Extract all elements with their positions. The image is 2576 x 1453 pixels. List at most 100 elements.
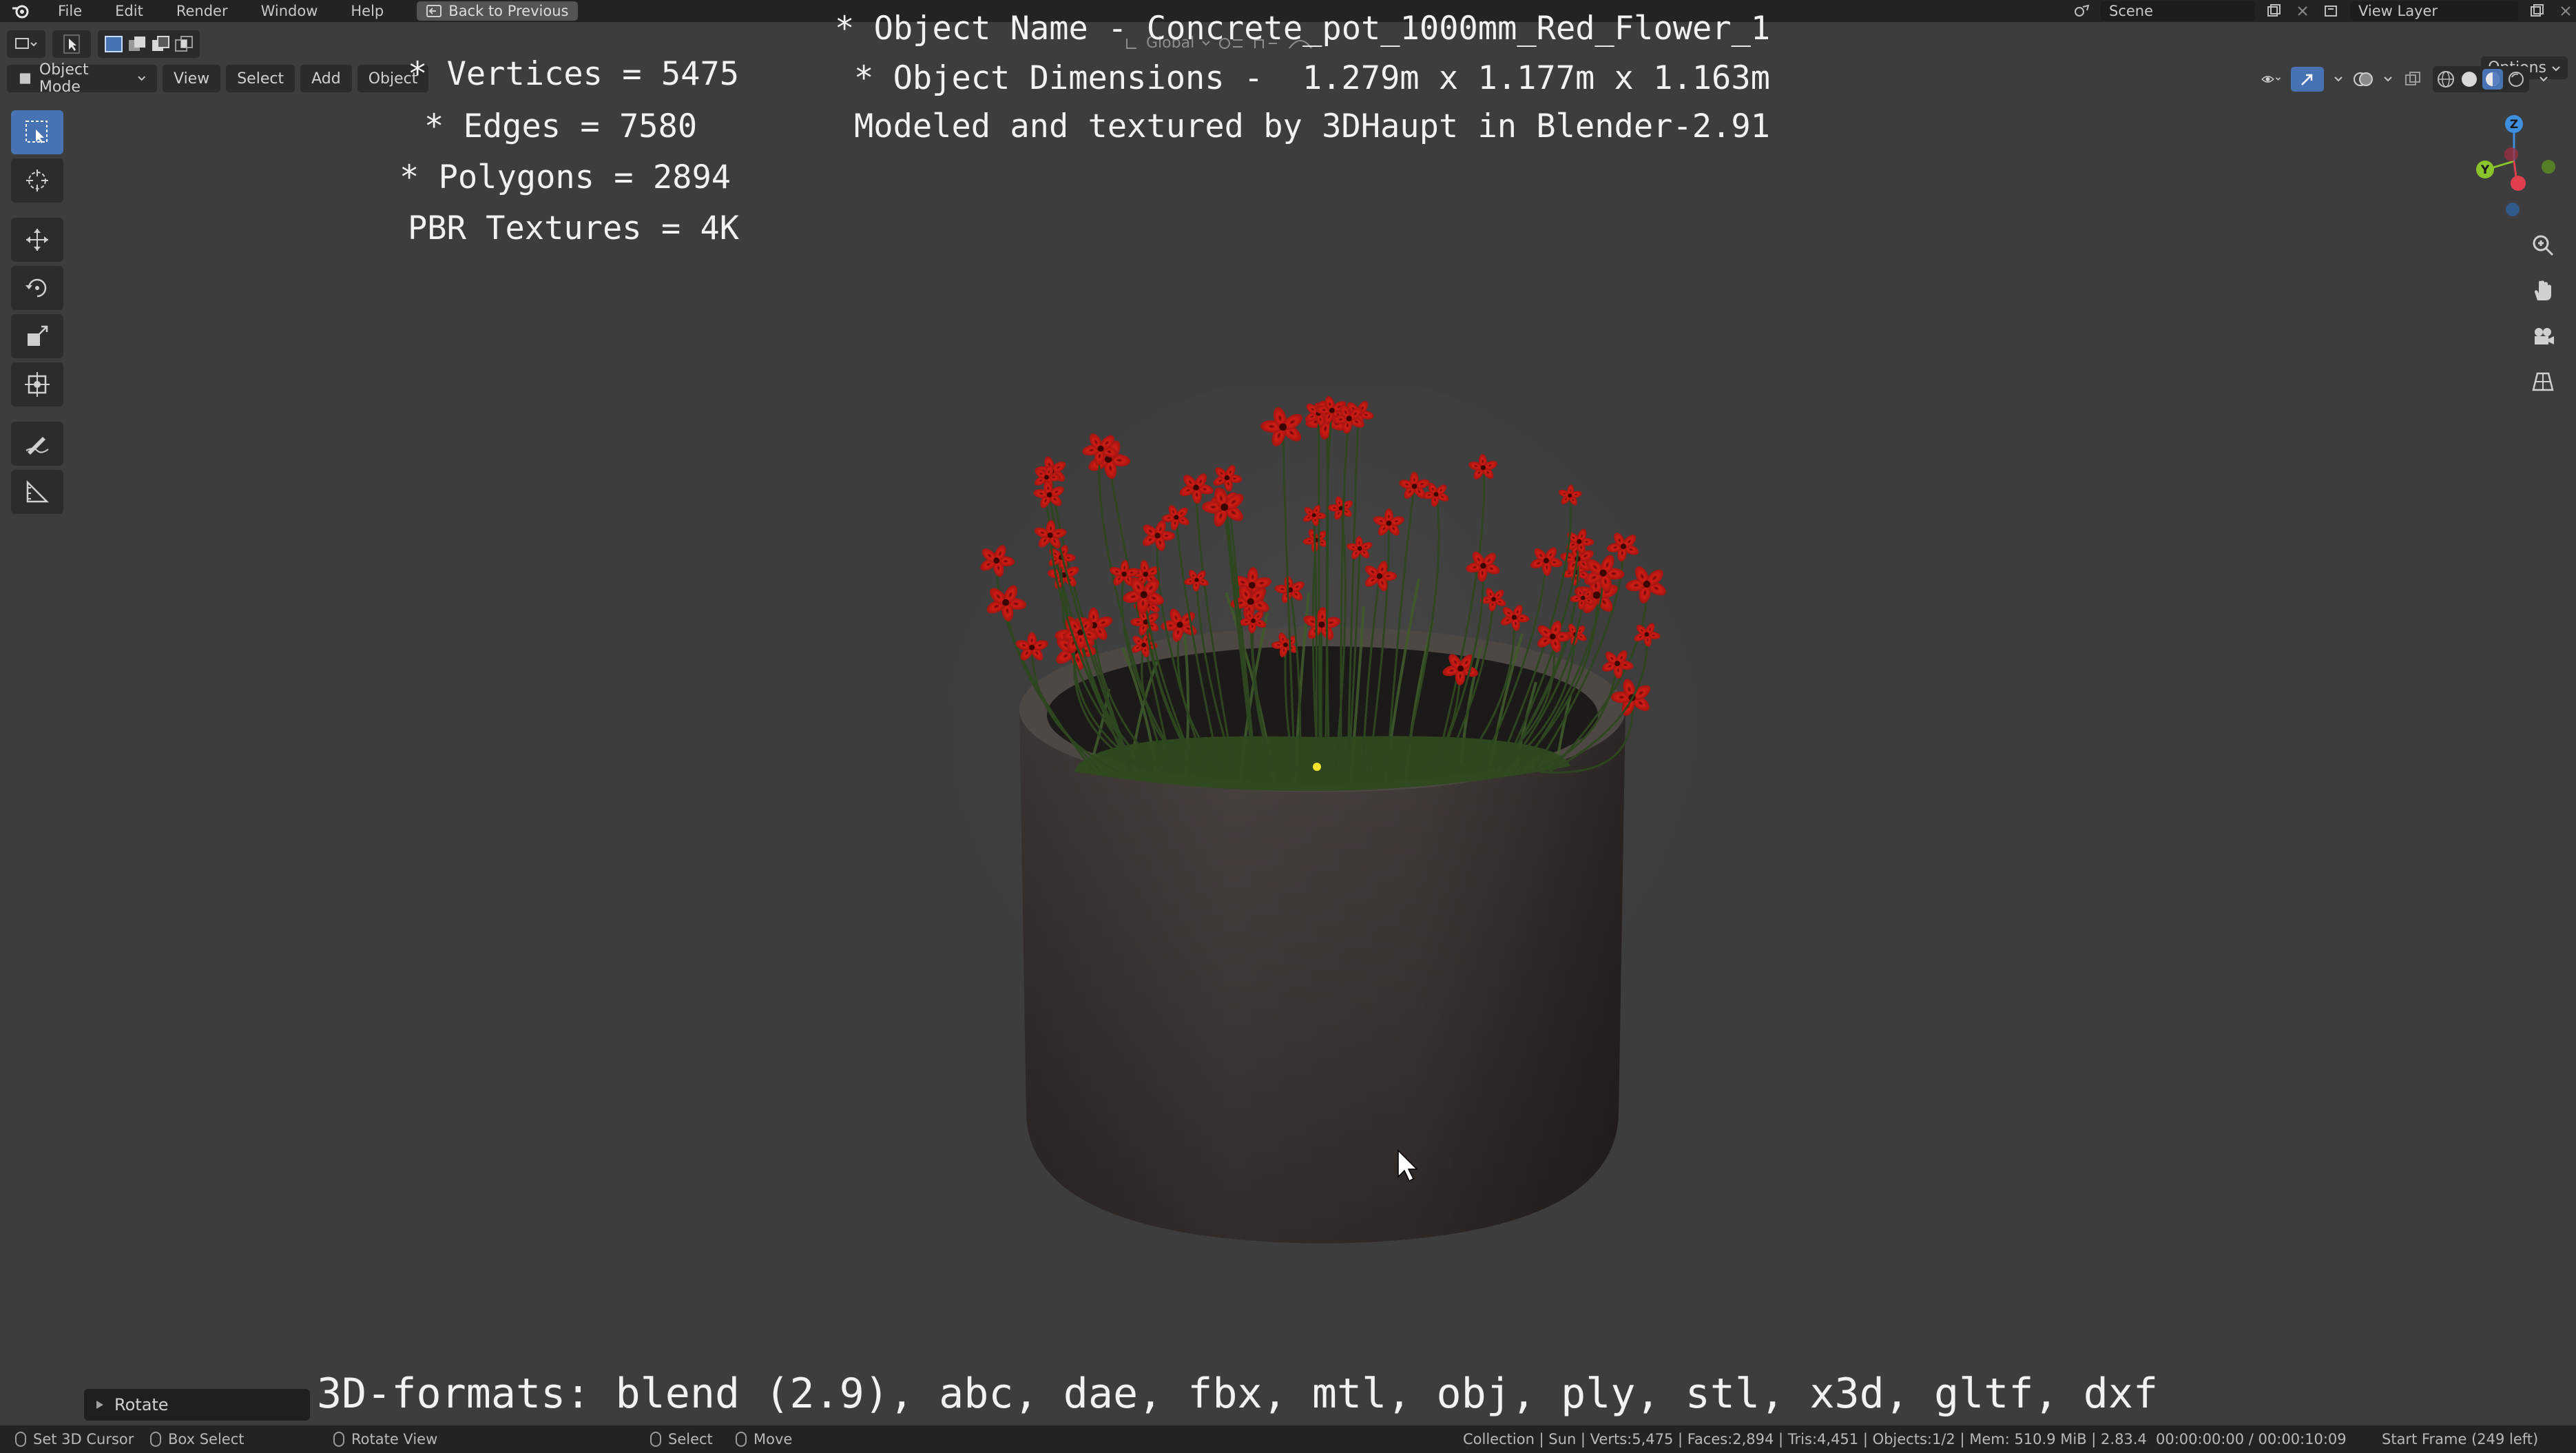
menu-select-label: Select [237,70,284,87]
wireframe-shading-icon[interactable] [2435,69,2456,90]
tool-scale[interactable] [11,314,63,358]
menu-file[interactable]: File [41,0,98,22]
gizmo-z-label: Z [2510,118,2518,132]
gizmo-x-axis [2511,176,2526,191]
camera-view-icon[interactable] [2525,318,2561,354]
scale-icon [28,325,48,346]
hint-move-label: Move [754,1431,793,1447]
measure-ruler-icon [26,480,50,503]
tool-cursor[interactable] [11,158,63,203]
mode-and-menus: Object Mode View Select Add Object [7,61,429,96]
menu-help[interactable]: Help [334,0,400,22]
select-new-icon[interactable] [103,34,124,54]
hint-select-label: Select [668,1431,713,1447]
menu-select[interactable]: Select [226,65,295,92]
concrete-pot-red-flower-render [937,372,1708,1281]
gizmo-icon [2301,74,2313,85]
stat-edges: * Edges = 7580 [424,107,698,145]
gizmo-neg-z [2506,203,2520,216]
object-visibility-icon[interactable] [2261,71,2281,87]
menu-view-label: View [174,70,210,87]
hint-box-select-label: Box Select [168,1431,245,1447]
menu-view[interactable]: View [163,65,221,92]
chevron-down-icon [137,76,145,81]
chevron-down-icon[interactable] [2383,76,2393,83]
view-layer-close-icon[interactable] [2555,3,2576,19]
hint-set-3d-cursor-label: Set 3D Cursor [33,1431,134,1447]
info-object-name: * Object Name - Concrete_pot_1000mm_Red_… [835,10,1771,48]
menu-window[interactable]: Window [245,0,335,22]
playback-time: 00:00:00:00 / 00:00:10:09 [2156,1431,2347,1447]
solid-shading-icon[interactable] [2459,69,2480,90]
cursor-arrow-icon [63,34,80,54]
menu-render[interactable]: Render [160,0,245,22]
gizmo-y-label: Y [2480,163,2490,177]
chevron-down-icon[interactable] [2334,76,2343,83]
transform-icon [25,372,50,397]
select-subtract-icon[interactable] [150,34,171,54]
scene-close-icon[interactable] [2292,3,2313,19]
gizmo-toggle-button[interactable] [2291,67,2324,92]
scene-field[interactable]: Scene [2101,1,2255,21]
navigation-gizmo[interactable]: Z Y [2466,110,2562,220]
chevron-down-icon [2552,66,2560,72]
scene-new-icon[interactable] [2263,3,2284,19]
xray-toggle-icon[interactable] [2402,71,2423,87]
last-operator-label: Rotate [114,1395,169,1414]
overlays-icon[interactable] [2353,71,2374,87]
light-origin-dot [1313,763,1321,771]
view-layer-browse-icon[interactable] [2321,3,2342,19]
move-icon [26,229,48,251]
mouse-middle-icon [333,1432,344,1447]
hint-rotate-view-label: Rotate View [351,1431,438,1447]
tool-measure[interactable] [11,470,63,514]
gizmo-neg-x [2504,147,2518,161]
mouse-left-icon [15,1432,26,1447]
view-layer-new-icon[interactable] [2526,3,2547,19]
back-icon [426,5,442,17]
scene-statistics: Collection | Sun | Verts:5,475 | Faces:2… [1463,1431,2147,1447]
mouse-drag-icon [150,1432,161,1447]
viewport-shading-controls [2261,66,2548,92]
viewport-navigation [2525,227,2561,400]
select-intersect-icon[interactable] [174,34,194,54]
playback-time-text: 00:00:00:00 / 00:00:10:09 [2156,1431,2347,1447]
tool-annotate[interactable] [11,422,63,466]
selection-mode-group [98,30,200,58]
formats-overlay: 3D-formats: blend (2.9), abc, dae, fbx, … [317,1370,2159,1418]
frame-info-text: Start Frame (249 left) [2382,1431,2539,1447]
scene-and-layer-selectors: Scene View Layer [2072,0,2576,22]
stat-polygons: * Polygons = 2894 [399,158,731,196]
tool-transform[interactable] [11,362,63,406]
tool-rotate[interactable] [11,266,63,310]
menu-add[interactable]: Add [300,65,352,92]
hint-box-select: Box Select [150,1431,245,1447]
hint-move: Move [736,1431,792,1447]
material-preview-icon[interactable] [2482,69,2503,90]
back-to-previous-label: Back to Previous [448,3,569,19]
menu-add-label: Add [311,70,341,87]
annotate-pencil-icon [25,437,49,455]
back-to-previous-button[interactable]: Back to Previous [417,1,579,21]
zoom-magnifier-icon[interactable] [2525,227,2561,263]
chevron-down-icon[interactable] [2539,76,2548,83]
scene-browse-icon[interactable] [2072,3,2092,19]
info-dimensions: * Object Dimensions - 1.279m x 1.177m x … [854,59,1770,97]
hint-set-3d-cursor: Set 3D Cursor [15,1431,134,1447]
hint-select: Select [650,1431,713,1447]
select-tool-mode-button[interactable] [52,30,91,58]
mouse-drag-icon [736,1432,747,1447]
stat-vertices: * Vertices = 5475 [408,55,740,93]
mouse-left-icon [650,1432,661,1447]
tool-move[interactable] [11,218,63,262]
scene-statistics-text: Collection | Sun | Verts:5,475 | Faces:2… [1463,1431,2147,1447]
view-layer-field[interactable]: View Layer [2350,1,2518,21]
menu-edit[interactable]: Edit [98,0,160,22]
cursor-3d-icon [26,169,48,192]
hint-rotate-view: Rotate View [333,1431,437,1447]
perspective-grid-icon[interactable] [2525,364,2561,400]
rendered-shading-icon[interactable] [2506,69,2526,90]
last-operator-panel[interactable]: Rotate [84,1389,310,1421]
select-extend-icon[interactable] [127,34,147,54]
pan-hand-icon[interactable] [2525,273,2561,309]
